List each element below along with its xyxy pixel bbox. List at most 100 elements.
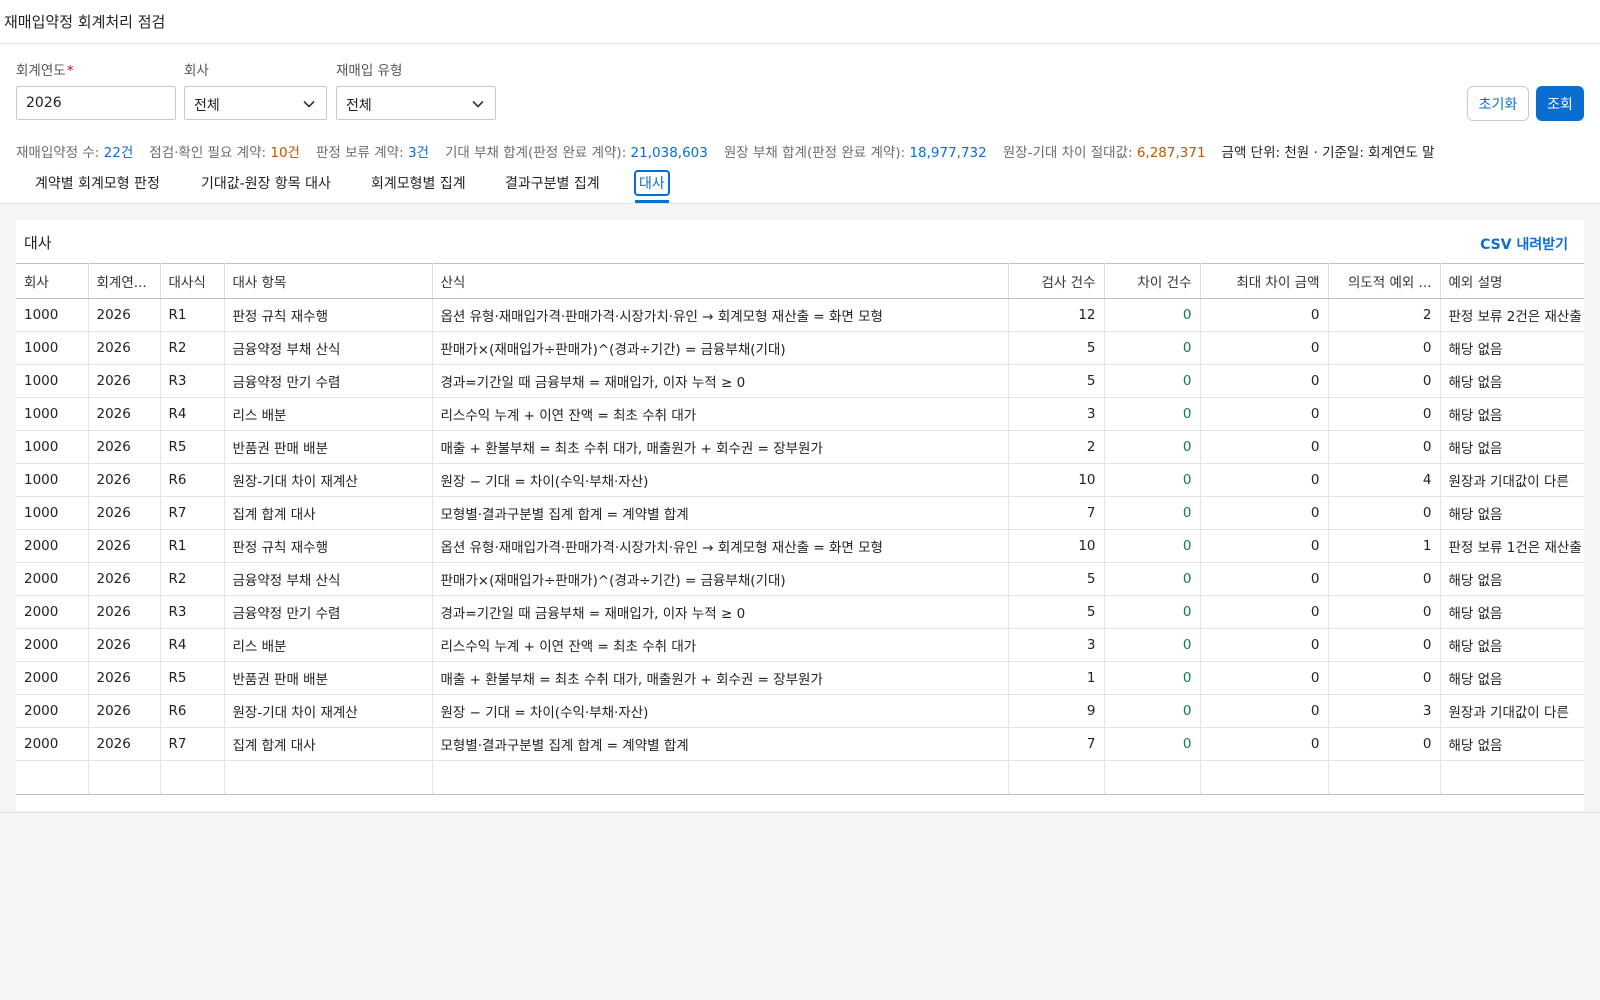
kpi-summary: 재매입약정 수: 22건 점검·확인 필요 계약: 10건 판정 보류 계약: … xyxy=(16,141,1435,161)
col-fiscal-year-cell: 2026 xyxy=(88,562,161,596)
col-exception-note-cell: 해당 없음 xyxy=(1440,661,1584,695)
col-company-cell: 2000 xyxy=(16,694,89,728)
empty-cell xyxy=(16,760,89,795)
col-formula-cell: 매출 + 환불부채 = 최초 수취 대가, 매출원가 + 회수권 = 장부원가 xyxy=(432,661,1009,695)
empty-cell xyxy=(1104,760,1201,795)
repurchase-type-label: 재매입 유형 xyxy=(336,63,403,79)
table-row[interactable]: 1000 2026 R7 집계 합계 대사 모형별·결과구분별 집계 합계 = 계약별 … xyxy=(16,496,1584,530)
col-company-header[interactable]: 회사 xyxy=(16,263,89,299)
table-row[interactable]: 2000 2026 R4 리스 배분 리스수익 누계 + 이연 잔액 = 최초 수취 대… xyxy=(16,628,1584,662)
table-row[interactable]: 1000 2026 R3 금융약정 만기 수렴 경과=기간일 때 금융부채 = 재매입가… xyxy=(16,364,1584,398)
col-formula-id-cell: R1 xyxy=(160,529,225,563)
table-row[interactable]: 2000 2026 R1 판정 규칙 재수행 옵션 유형·재매입가격·판매가격·시장가치… xyxy=(16,529,1584,563)
col-company-cell: 1000 xyxy=(16,397,89,431)
col-company-cell: 2000 xyxy=(16,595,89,629)
col-checked-count-cell: 5 xyxy=(1008,595,1105,629)
col-intended-exceptions-cell: 0 xyxy=(1328,397,1441,431)
col-company-cell: 2000 xyxy=(16,628,89,662)
col-exception-note-header[interactable]: 예외 설명 xyxy=(1440,263,1584,299)
table-row[interactable]: 1000 2026 R4 리스 배분 리스수익 누계 + 이연 잔액 = 최초 수취 대… xyxy=(16,397,1584,431)
table-row[interactable]: 1000 2026 R2 금융약정 부채 산식 판매가×(재매입가÷판매가)^(경과÷기… xyxy=(16,331,1584,365)
col-intended-exceptions-cell: 2 xyxy=(1328,298,1441,332)
col-checked-count-cell: 7 xyxy=(1008,496,1105,530)
tab-result-summary[interactable]: 결과구분별 집계 xyxy=(505,173,600,193)
col-max-diff-amount-cell: 0 xyxy=(1200,331,1329,365)
fiscal-year-input[interactable]: 2026 xyxy=(16,86,176,120)
col-checked-count-header[interactable]: 검사 건수 xyxy=(1008,263,1105,299)
table-row[interactable]: 1000 2026 R1 판정 규칙 재수행 옵션 유형·재매입가격·판매가격·시장가치… xyxy=(16,298,1584,332)
col-item-cell: 집계 합계 대사 xyxy=(224,496,433,530)
col-formula-cell: 판매가×(재매입가÷판매가)^(경과÷기간) = 금융부채(기대) xyxy=(432,331,1009,365)
col-item-header[interactable]: 대사 항목 xyxy=(224,263,433,299)
table-row[interactable]: 2000 2026 R6 원장-기대 차이 재계산 원장 − 기대 = 차이(수익·부채… xyxy=(16,694,1584,728)
col-fiscal-year-cell: 2026 xyxy=(88,298,161,332)
col-checked-count-cell: 12 xyxy=(1008,298,1105,332)
col-formula-id-cell: R3 xyxy=(160,595,225,629)
col-formula-cell: 옵션 유형·재매입가격·판매가격·시장가치·유인 → 회계모형 재산출 = 화면… xyxy=(432,529,1009,563)
col-diff-count-cell: 0 xyxy=(1104,397,1201,431)
empty-cell xyxy=(432,760,1009,795)
col-exception-note-cell: 해당 없음 xyxy=(1440,364,1584,398)
col-max-diff-amount-header[interactable]: 최대 차이 금액 xyxy=(1200,263,1329,299)
col-item-cell: 금융약정 부채 산식 xyxy=(224,331,433,365)
csv-download-button[interactable]: CSV 내려받기 xyxy=(1480,234,1568,254)
col-max-diff-amount-cell: 0 xyxy=(1200,661,1329,695)
col-intended-exceptions-cell: 0 xyxy=(1328,430,1441,464)
table-row[interactable]: 1000 2026 R6 원장-기대 차이 재계산 원장 − 기대 = 차이(수익·부채… xyxy=(16,463,1584,497)
col-company-cell: 2000 xyxy=(16,661,89,695)
col-formula-id-cell: R2 xyxy=(160,562,225,596)
col-fiscal-year-cell: 2026 xyxy=(88,661,161,695)
col-diff-count-cell: 0 xyxy=(1104,628,1201,662)
col-diff-count-cell: 0 xyxy=(1104,298,1201,332)
repurchase-type-select[interactable]: 전체 xyxy=(336,86,496,120)
kpi-on-hold: 판정 보류 계약: 3건 xyxy=(315,145,429,161)
empty-cell xyxy=(1440,760,1584,795)
tab-expected-ledger-reconciliation[interactable]: 기대값-원장 항목 대사 xyxy=(201,173,331,193)
company-label: 회사 xyxy=(184,63,209,79)
col-fiscal-year-header[interactable]: 회계연... xyxy=(88,263,161,299)
col-company-cell: 1000 xyxy=(16,364,89,398)
tab-model-summary[interactable]: 회계모형별 집계 xyxy=(371,173,466,193)
col-formula-id-header[interactable]: 대사식 xyxy=(160,263,225,299)
table-row[interactable]: 2000 2026 R7 집계 합계 대사 모형별·결과구분별 집계 합계 = 계약별 … xyxy=(16,727,1584,761)
col-max-diff-amount-cell: 0 xyxy=(1200,727,1329,761)
col-company-cell: 1000 xyxy=(16,298,89,332)
col-exception-note-cell: 원장과 기대값이 다른 xyxy=(1440,463,1584,497)
table-row[interactable]: 2000 2026 R3 금융약정 만기 수렴 경과=기간일 때 금융부채 = 재매입가… xyxy=(16,595,1584,629)
col-formula-id-cell: R6 xyxy=(160,694,225,728)
col-diff-count-cell: 0 xyxy=(1104,496,1201,530)
col-formula-header[interactable]: 산식 xyxy=(432,263,1009,299)
empty-cell xyxy=(1328,760,1441,795)
tab-reconciliation[interactable]: 대사 xyxy=(634,170,670,196)
company-value: 전체 xyxy=(194,98,220,114)
col-exception-note-cell: 해당 없음 xyxy=(1440,397,1584,431)
fiscal-year-label: 회계연도* xyxy=(16,63,74,79)
tab-contract-model-judgement[interactable]: 계약별 회계모형 판정 xyxy=(35,173,160,193)
search-button[interactable]: 조회 xyxy=(1536,86,1584,121)
col-fiscal-year-cell: 2026 xyxy=(88,430,161,464)
table-row[interactable]: 1000 2026 R5 반품권 판매 배분 매출 + 환불부채 = 최초 수취 대가,… xyxy=(16,430,1584,464)
col-max-diff-amount-cell: 0 xyxy=(1200,529,1329,563)
table-row[interactable]: 2000 2026 R2 금융약정 부채 산식 판매가×(재매입가÷판매가)^(경과÷기… xyxy=(16,562,1584,596)
col-item-cell: 반품권 판매 배분 xyxy=(224,661,433,695)
col-item-cell: 원장-기대 차이 재계산 xyxy=(224,694,433,728)
company-select[interactable]: 전체 xyxy=(184,86,327,120)
col-formula-cell: 리스수익 누계 + 이연 잔액 = 최초 수취 대가 xyxy=(432,628,1009,662)
reset-button[interactable]: 초기화 xyxy=(1467,86,1529,121)
table-row[interactable]: 2000 2026 R5 반품권 판매 배분 매출 + 환불부채 = 최초 수취 대가,… xyxy=(16,661,1584,695)
col-intended-exceptions-header[interactable]: 의도적 예외 ... xyxy=(1328,263,1441,299)
col-formula-cell: 경과=기간일 때 금융부채 = 재매입가, 이자 누적 ≥ 0 xyxy=(432,595,1009,629)
col-diff-count-cell: 0 xyxy=(1104,595,1201,629)
col-intended-exceptions-cell: 4 xyxy=(1328,463,1441,497)
col-fiscal-year-cell: 2026 xyxy=(88,694,161,728)
col-company-cell: 1000 xyxy=(16,496,89,530)
col-diff-count-header[interactable]: 차이 건수 xyxy=(1104,263,1201,299)
col-formula-id-cell: R7 xyxy=(160,496,225,530)
empty-cell xyxy=(1008,760,1105,795)
col-fiscal-year-cell: 2026 xyxy=(88,331,161,365)
table-header-row: 회사 회계연... 대사식 대사 항목 산식 검사 건수 차이 건수 최대 차이 금액 의도적 … xyxy=(16,263,1584,299)
col-formula-cell: 원장 − 기대 = 차이(수익·부채·자산) xyxy=(432,463,1009,497)
chevron-down-icon xyxy=(303,100,315,108)
col-fiscal-year-cell: 2026 xyxy=(88,496,161,530)
col-checked-count-cell: 10 xyxy=(1008,463,1105,497)
